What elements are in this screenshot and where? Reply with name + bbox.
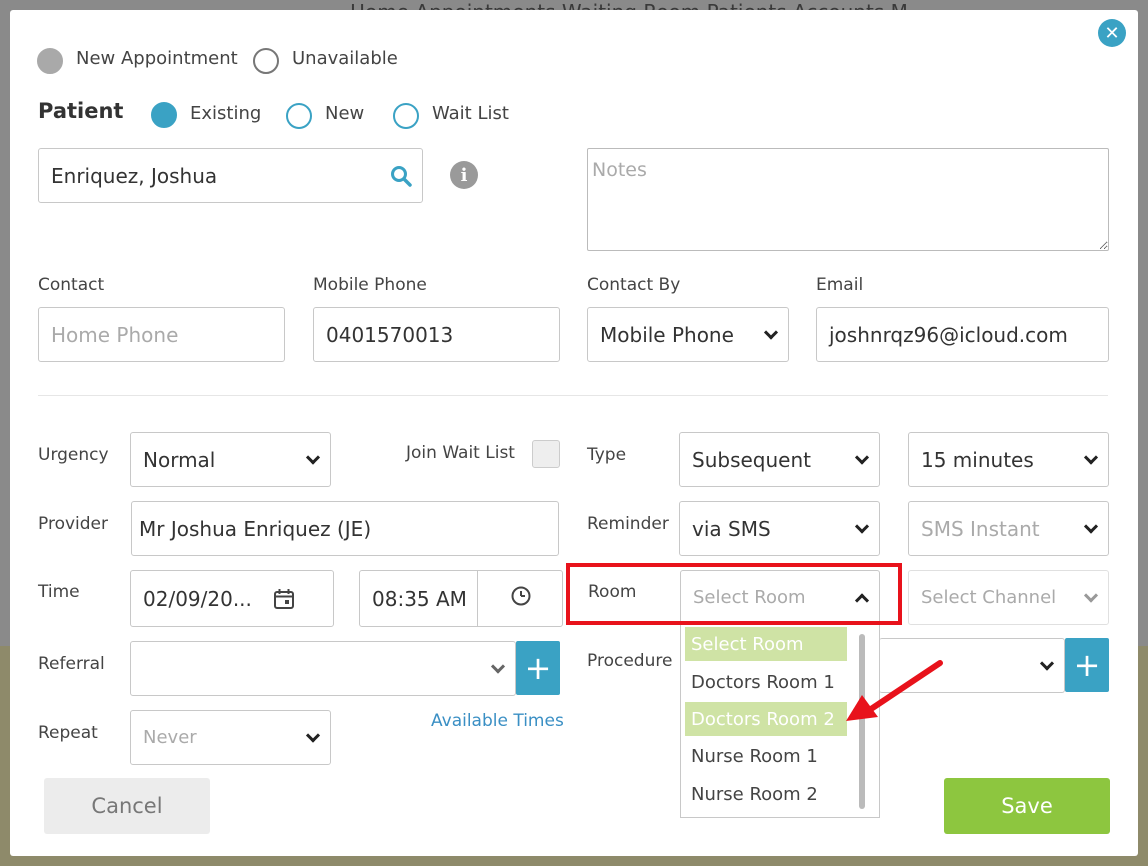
radio-wait-list-label: Wait List	[432, 103, 509, 124]
add-procedure-button[interactable]: +	[1065, 638, 1109, 692]
chevron-down-icon	[305, 449, 321, 465]
urgency-value: Normal	[143, 447, 216, 472]
email-input[interactable]: joshnrqz96@icloud.com	[816, 307, 1109, 362]
radio-new-label: New	[325, 103, 365, 124]
repeat-label: Repeat	[38, 723, 98, 743]
close-icon[interactable]: ✕	[1098, 19, 1126, 47]
urgency-select[interactable]: Normal	[130, 432, 331, 487]
provider-input[interactable]: Mr Joshua Enriquez (JE)	[131, 501, 559, 556]
reminder-value: via SMS	[692, 516, 771, 541]
urgency-label: Urgency	[38, 445, 109, 465]
join-wait-list-label: Join Wait List	[406, 443, 515, 463]
patient-search-value: Enriquez, Joshua	[51, 163, 218, 188]
room-option[interactable]: Select Room	[685, 627, 847, 661]
chevron-down-icon	[1039, 655, 1055, 671]
procedure-label: Procedure	[587, 651, 673, 671]
duration-select[interactable]: 15 minutes	[908, 432, 1109, 487]
repeat-placeholder: Never	[143, 727, 197, 748]
radio-wait-list[interactable]	[393, 103, 419, 129]
repeat-select[interactable]: Never	[130, 710, 331, 765]
reminder-timing-select[interactable]: SMS Instant	[908, 501, 1109, 556]
date-value: 02/09/20...	[143, 586, 252, 611]
radio-existing[interactable]	[151, 102, 177, 128]
duration-value: 15 minutes	[921, 447, 1034, 472]
room-option-highlighted[interactable]: Doctors Room 2	[685, 702, 847, 736]
room-option[interactable]: Nurse Room 1	[685, 739, 847, 773]
cancel-button[interactable]: Cancel	[44, 778, 210, 834]
section-divider	[38, 395, 1108, 396]
radio-unavailable-label: Unavailable	[292, 48, 398, 69]
chevron-down-icon	[854, 518, 870, 534]
radio-new-appointment-label: New Appointment	[76, 48, 238, 69]
info-icon[interactable]: i	[450, 161, 478, 189]
room-option[interactable]: Nurse Room 2	[685, 777, 847, 811]
time-input-divider	[477, 571, 478, 626]
type-value: Subsequent	[692, 447, 811, 472]
patient-search-input[interactable]: Enriquez, Joshua	[38, 148, 423, 203]
search-icon[interactable]	[390, 165, 412, 187]
radio-new[interactable]	[286, 103, 312, 129]
date-input[interactable]: 02/09/20...	[130, 570, 334, 627]
radio-new-appointment[interactable]	[37, 48, 63, 74]
chevron-down-icon	[1083, 518, 1099, 534]
clock-icon[interactable]	[510, 585, 532, 607]
chevron-down-icon	[854, 449, 870, 465]
mobile-phone-label: Mobile Phone	[313, 275, 427, 295]
channel-select[interactable]: Select Channel	[908, 570, 1109, 625]
annotation-arrow-icon	[846, 660, 943, 721]
room-option[interactable]: Doctors Room 1	[685, 665, 847, 699]
provider-value: Mr Joshua Enriquez (JE)	[139, 516, 372, 541]
chevron-down-icon	[490, 658, 506, 674]
mobile-phone-value: 0401570013	[326, 322, 454, 347]
chevron-down-icon	[763, 324, 779, 340]
referral-select[interactable]	[130, 641, 516, 696]
save-button[interactable]: Save	[944, 778, 1110, 834]
time-value: 08:35 AM	[372, 586, 467, 611]
home-phone-input[interactable]: Home Phone	[38, 307, 285, 362]
provider-label: Provider	[38, 514, 108, 534]
referral-label: Referral	[38, 654, 105, 674]
chevron-down-icon	[305, 727, 321, 743]
contact-by-select[interactable]: Mobile Phone	[587, 307, 789, 362]
mobile-phone-input[interactable]: 0401570013	[313, 307, 560, 362]
join-wait-list-checkbox[interactable]	[532, 440, 560, 468]
contact-by-label: Contact By	[587, 275, 681, 295]
email-label: Email	[816, 275, 864, 295]
calendar-icon[interactable]	[273, 588, 295, 610]
radio-existing-label: Existing	[190, 103, 262, 124]
time-input[interactable]: 08:35 AM	[359, 570, 563, 627]
appointment-modal: ✕ New Appointment Unavailable Patient Ex…	[10, 10, 1138, 856]
type-label: Type	[587, 445, 627, 465]
reminder-select[interactable]: via SMS	[679, 501, 880, 556]
reminder-timing-placeholder: SMS Instant	[921, 516, 1040, 541]
contact-label: Contact	[38, 275, 105, 295]
room-highlight-annotation	[566, 563, 902, 625]
email-value: joshnrqz96@icloud.com	[829, 322, 1068, 347]
contact-by-value: Mobile Phone	[600, 322, 734, 347]
channel-placeholder: Select Channel	[921, 587, 1057, 608]
add-referral-button[interactable]: +	[516, 641, 560, 695]
patient-heading: Patient	[38, 99, 124, 123]
radio-unavailable[interactable]	[253, 48, 279, 74]
reminder-label: Reminder	[587, 514, 669, 534]
chevron-down-icon	[1083, 449, 1099, 465]
notes-textarea[interactable]	[587, 148, 1109, 251]
home-phone-placeholder: Home Phone	[51, 322, 179, 347]
type-select[interactable]: Subsequent	[679, 432, 880, 487]
time-label: Time	[38, 582, 80, 602]
chevron-down-icon	[1083, 587, 1099, 603]
available-times-link[interactable]: Available Times	[431, 711, 564, 731]
